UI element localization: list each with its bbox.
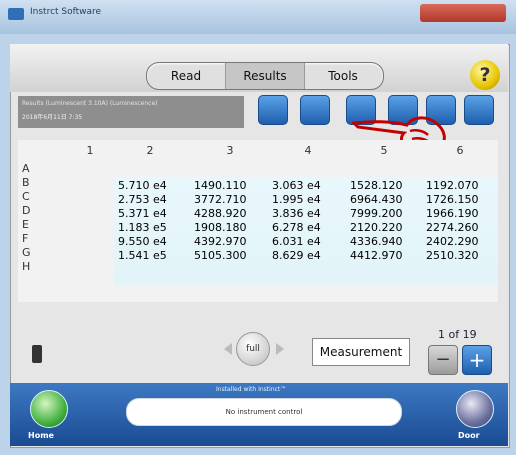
door-icon[interactable] xyxy=(456,390,494,428)
table-cell[interactable]: 9.550 e4 xyxy=(118,235,167,248)
table-icon[interactable] xyxy=(300,95,330,125)
table-cell[interactable]: 4336.940 xyxy=(350,235,403,248)
row-header: D xyxy=(22,204,31,217)
window-controls[interactable] xyxy=(420,4,506,22)
table-cell[interactable]: 1192.070 xyxy=(426,179,479,192)
table-cell[interactable]: 1528.120 xyxy=(350,179,403,192)
table-cell[interactable]: 3.063 e4 xyxy=(272,179,321,192)
table-cell[interactable]: 1908.180 xyxy=(194,221,247,234)
export-icon[interactable] xyxy=(258,95,288,125)
table-cell[interactable]: 3.836 e4 xyxy=(272,207,321,220)
table-cell[interactable]: 1966.190 xyxy=(426,207,479,220)
page-current: 1 xyxy=(438,328,445,341)
table-cell[interactable]: 6964.430 xyxy=(350,193,403,206)
table-cell[interactable]: 4392.970 xyxy=(194,235,247,248)
tab-group: Read Results Tools xyxy=(146,62,384,90)
page-total: of 19 xyxy=(448,328,477,341)
row-header: G xyxy=(22,246,31,259)
door-label: Door xyxy=(458,431,480,440)
column-header: 6 xyxy=(456,144,464,157)
prev-arrow-icon[interactable] xyxy=(224,343,232,355)
table-cell[interactable]: 6.278 e4 xyxy=(272,221,321,234)
column-header: 1 xyxy=(86,144,94,157)
table-cell[interactable]: 1.183 e5 xyxy=(118,221,167,234)
battery-icon xyxy=(32,345,42,363)
tab-results[interactable]: Results xyxy=(225,63,305,89)
table-cell[interactable]: 2.753 e4 xyxy=(118,193,167,206)
page-indicator: 1 of 19 xyxy=(438,328,477,341)
help-button[interactable]: ? xyxy=(470,60,500,90)
row-header: A xyxy=(22,162,30,175)
table-cell[interactable]: 7999.200 xyxy=(350,207,403,220)
table-cell[interactable]: 1.541 e5 xyxy=(118,249,167,262)
tab-tools[interactable]: Tools xyxy=(303,63,383,89)
table-cell[interactable]: 2274.260 xyxy=(426,221,479,234)
previous-page-button[interactable]: − xyxy=(428,345,458,375)
table-cell[interactable]: 5.371 e4 xyxy=(118,207,167,220)
table-cell[interactable]: 4288.920 xyxy=(194,207,247,220)
home-label: Home xyxy=(28,431,54,440)
results-header: Results (Luminescent 3.10A) (Luminescenc… xyxy=(18,96,244,128)
row-header: E xyxy=(22,218,29,231)
table-cell[interactable]: 1726.150 xyxy=(426,193,479,206)
column-header: 2 xyxy=(146,144,154,157)
window-title: Instrct Software xyxy=(30,7,102,17)
table-cell[interactable]: 3772.710 xyxy=(194,193,247,206)
row-header: C xyxy=(22,190,30,203)
table-cell[interactable]: 1.995 e4 xyxy=(272,193,321,206)
header-timestamp: 2018年6月11日 7:35 xyxy=(22,114,83,121)
column-header: 5 xyxy=(380,144,388,157)
next-arrow-icon[interactable] xyxy=(276,343,284,355)
installed-text: Installed with Instinct™ xyxy=(216,386,287,393)
home-icon[interactable] xyxy=(30,390,68,428)
table-cell[interactable]: 5.710 e4 xyxy=(118,179,167,192)
table-cell[interactable]: 1490.110 xyxy=(194,179,247,192)
results-table: 5.710 e4 1490.110 3.063 e4 1528.120 1192… xyxy=(114,177,498,285)
table-cell[interactable]: 4412.970 xyxy=(350,249,403,262)
status-field: No instrument control xyxy=(126,398,402,426)
app-icon xyxy=(8,8,24,20)
table-cell[interactable]: 2402.290 xyxy=(426,235,479,248)
measurement-select[interactable]: Measurement xyxy=(312,338,410,366)
table-cell[interactable]: 5105.300 xyxy=(194,249,247,262)
table-cell[interactable]: 2510.320 xyxy=(426,249,479,262)
column-header: 3 xyxy=(226,144,234,157)
header-title: Results (Luminescent 3.10A) (Luminescenc… xyxy=(22,100,158,107)
table-cell[interactable]: 6.031 e4 xyxy=(272,235,321,248)
folder-icon[interactable] xyxy=(464,95,494,125)
tab-read[interactable]: Read xyxy=(147,63,225,89)
row-header: H xyxy=(22,260,31,273)
column-header: 4 xyxy=(304,144,312,157)
next-page-button[interactable]: + xyxy=(462,345,492,375)
table-cell[interactable]: 8.629 e4 xyxy=(272,249,321,262)
table-cell[interactable]: 2120.220 xyxy=(350,221,403,234)
full-button[interactable]: full xyxy=(236,332,270,366)
row-header: F xyxy=(22,232,29,245)
row-header: B xyxy=(22,176,30,189)
